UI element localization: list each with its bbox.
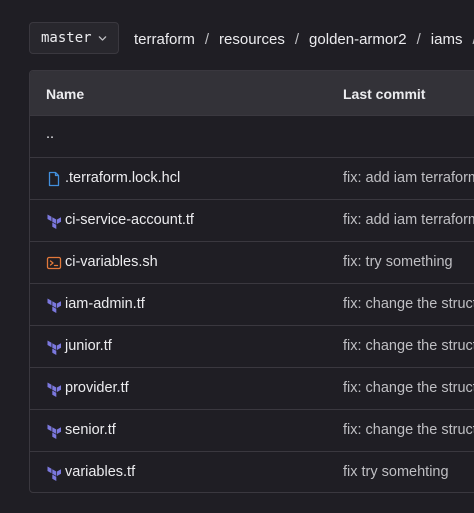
commit-message-link[interactable]: fix: try something: [343, 254, 453, 270]
file-name-link[interactable]: provider.tf: [65, 380, 129, 396]
branch-selector-button[interactable]: master: [29, 22, 119, 54]
table-row[interactable]: junior.tf fix: change the structure: [30, 326, 474, 368]
column-header-last-commit: Last commit: [343, 86, 426, 102]
parent-directory-link[interactable]: ..: [46, 126, 54, 142]
file-name-link[interactable]: variables.tf: [65, 464, 135, 480]
file-icon: [48, 171, 60, 187]
terraform-icon: [47, 340, 61, 355]
terraform-icon: [47, 214, 61, 229]
table-row[interactable]: ci-variables.sh fix: try something: [30, 242, 474, 284]
file-name-link[interactable]: ci-service-account.tf: [65, 212, 194, 228]
breadcrumb-item-golden-armor2[interactable]: golden-armor2: [309, 31, 407, 48]
parent-directory-row[interactable]: ..: [30, 116, 474, 158]
file-name-link[interactable]: junior.tf: [65, 338, 112, 354]
terraform-icon: [47, 298, 61, 313]
column-header-name: Name: [46, 86, 85, 102]
table-row[interactable]: ci-service-account.tf fix: add iam terra…: [30, 200, 474, 242]
chevron-down-icon: [98, 36, 107, 41]
breadcrumb-item-terraform[interactable]: terraform: [134, 31, 195, 48]
terraform-icon: [47, 424, 61, 439]
table-row[interactable]: senior.tf fix: change the structure: [30, 410, 474, 452]
table-row[interactable]: .terraform.lock.hcl fix: add iam terrafo…: [30, 158, 474, 200]
branch-label: master: [41, 30, 92, 46]
commit-message-link[interactable]: fix: change the structure: [343, 422, 474, 438]
file-name-link[interactable]: senior.tf: [65, 422, 116, 438]
terraform-icon: [47, 382, 61, 397]
file-name-link[interactable]: .terraform.lock.hcl: [65, 170, 180, 186]
breadcrumb: terraform / resources / golden-armor2 / …: [134, 29, 474, 49]
table-row[interactable]: provider.tf fix: change the structure: [30, 368, 474, 410]
commit-message-link[interactable]: fix try somehting: [343, 464, 449, 480]
breadcrumb-separator: /: [416, 30, 421, 48]
repo-topbar: master terraform / resources / golden-ar…: [0, 0, 474, 70]
commit-message-link[interactable]: fix: change the structure: [343, 338, 474, 354]
commit-message-link[interactable]: fix: add iam terraform: [343, 212, 474, 228]
commit-message-link[interactable]: fix: change the structure: [343, 296, 474, 312]
table-row[interactable]: variables.tf fix try somehting: [30, 452, 474, 492]
terraform-icon: [47, 466, 61, 481]
commit-message-link[interactable]: fix: change the structure: [343, 380, 474, 396]
table-header: Name Last commit: [30, 71, 474, 116]
file-name-link[interactable]: ci-variables.sh: [65, 254, 158, 270]
breadcrumb-item-iams[interactable]: iams: [431, 31, 463, 48]
file-name-link[interactable]: iam-admin.tf: [65, 296, 145, 312]
breadcrumb-separator: /: [294, 30, 300, 48]
breadcrumb-item-resources[interactable]: resources: [219, 31, 285, 48]
table-row[interactable]: iam-admin.tf fix: change the structure: [30, 284, 474, 326]
file-table: Name Last commit .. .terraform.lock.hcl …: [29, 70, 474, 493]
commit-message-link[interactable]: fix: add iam terraform: [343, 170, 474, 186]
terminal-icon: [46, 256, 62, 270]
breadcrumb-separator: /: [204, 30, 210, 48]
